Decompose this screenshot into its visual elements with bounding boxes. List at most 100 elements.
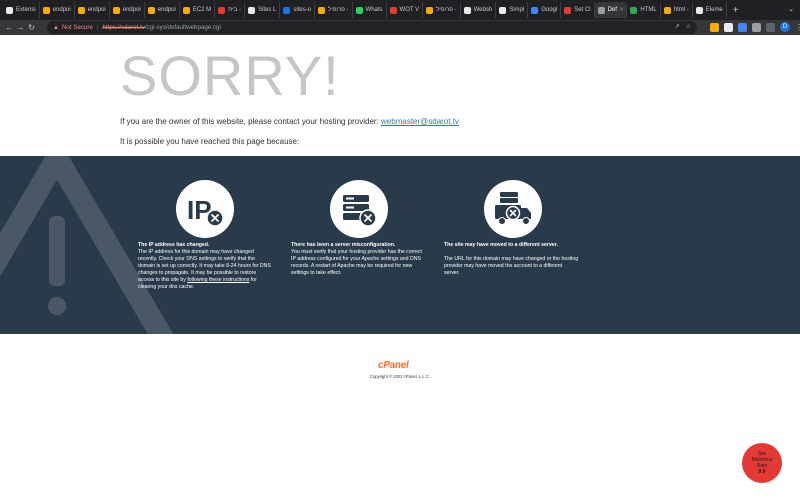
reason-text: The URL for this domain may have changed…	[444, 256, 579, 276]
menu-icon[interactable]: ⋮	[795, 23, 800, 32]
browser-tab[interactable]: endpoi	[110, 2, 145, 18]
tab-label: HTML	[640, 7, 657, 13]
url-path: /cgi-sys/defaultwebpage.cgi	[144, 24, 221, 31]
tab-favicon-icon	[182, 6, 190, 14]
browser-tab[interactable]: sites-o	[280, 2, 316, 18]
reload-icon[interactable]: ↻	[26, 23, 37, 32]
tab-label: בית -	[228, 7, 242, 13]
ip-address-icon: IP	[187, 195, 224, 227]
puzzle-icon[interactable]	[752, 22, 761, 32]
new-tab-button[interactable]: +	[727, 5, 745, 16]
address-bar[interactable]: ▲ Not Secure | https://sdarot.tv /cgi-sy…	[47, 21, 697, 34]
reason-intro: It is possible you have reached this pag…	[120, 137, 300, 146]
tab-favicon-icon	[463, 6, 471, 14]
tab-label: Googl	[541, 7, 558, 13]
reason-text: The IP address for this domain may have …	[138, 249, 271, 290]
server-error-icon	[343, 195, 377, 227]
tab-label: Set Cl	[574, 7, 591, 13]
tab-favicon-icon	[630, 6, 638, 14]
browser-tab[interactable]: html -	[661, 2, 693, 18]
browser-tab[interactable]: HTML	[627, 2, 661, 18]
owner-message: If you are the owner of this website, pl…	[120, 117, 459, 126]
copyright-text: Copyright © 2022 cPanel, L.L.C.	[369, 374, 431, 379]
tab-favicon-icon	[218, 6, 226, 14]
page-title: SORRY!	[120, 44, 340, 107]
extension-icon[interactable]	[724, 22, 733, 32]
extension-icon[interactable]	[710, 22, 719, 32]
tab-label: Whats	[365, 7, 383, 13]
share-icon[interactable]: ↗	[675, 23, 680, 30]
browser-tab[interactable]: WOT V	[387, 2, 424, 18]
browser-tab[interactable]: Set Cl	[561, 2, 595, 18]
warning-icon: ▲	[53, 24, 59, 31]
tab-favicon-icon	[147, 6, 155, 14]
badge-value: 9.9	[758, 469, 766, 475]
tab-label: EC2 M	[192, 7, 212, 13]
url-host: https://sdarot.tv	[102, 24, 145, 31]
browser-tab[interactable]: Sites L	[245, 2, 281, 18]
tab-label: html -	[673, 7, 689, 13]
tab-label: WOT V	[399, 7, 420, 13]
tab-strip: Extensi endpoi endpoi endpoi endpoi EC2 M בית …	[0, 0, 800, 20]
browser-tab[interactable]: Googl	[528, 2, 562, 18]
browser-tab[interactable]: פרופיל -	[315, 2, 353, 18]
profile-avatar[interactable]: D	[780, 22, 790, 32]
page-content: SORRY! If you are the owner of this webs…	[0, 35, 800, 500]
tab-label: sites-o	[293, 7, 312, 13]
tab-label: Eleme	[705, 7, 723, 13]
tab-favicon-icon	[112, 6, 120, 14]
browser-tab[interactable]: Def ×	[594, 2, 628, 18]
browser-tab[interactable]: endpoi	[75, 2, 110, 18]
tab-label: endpoi	[157, 7, 176, 13]
tab-favicon-icon	[499, 6, 507, 14]
cpanel-logo: cPanel	[378, 360, 409, 371]
browser-tab[interactable]: Simpl	[496, 2, 529, 18]
tab-favicon-icon	[663, 6, 671, 14]
back-icon[interactable]: ←	[4, 23, 15, 32]
tab-favicon-icon	[283, 6, 291, 14]
tab-label: endpoi	[87, 7, 106, 13]
tab-search-icon[interactable]: ⌄	[788, 5, 794, 13]
forward-icon[interactable]: →	[15, 23, 26, 32]
tab-favicon-icon	[355, 6, 363, 14]
tab-label: endpoi	[52, 7, 71, 13]
tab-favicon-icon	[531, 6, 539, 14]
reason-title: The IP address has changed.	[138, 242, 210, 248]
bookmark-star-icon[interactable]: ☆	[686, 23, 691, 30]
tab-label: endpoi	[122, 7, 141, 13]
browser-tab[interactable]: endpoi	[40, 2, 75, 18]
tab-label: Websh	[473, 7, 493, 13]
not-secure-label: Not Secure	[61, 24, 93, 31]
browser-tab[interactable]: פרופיל -	[423, 2, 461, 18]
webmaster-email-link[interactable]: webmaster@sdarot.tv	[381, 117, 459, 126]
tab-label: Def	[607, 7, 617, 13]
dns-instructions-link[interactable]: following these instructions	[187, 277, 249, 283]
reason-title: The site may have moved to a different s…	[444, 242, 558, 248]
tab-favicon-icon	[597, 6, 605, 14]
browser-tab[interactable]: Eleme	[693, 2, 727, 18]
tab-label: פרופיל -	[328, 7, 349, 13]
browser-toolbar: ← → ↻ ▲ Not Secure | https://sdarot.tv /…	[0, 20, 800, 35]
reasons-band: IP The IP address has changed. The IP ad…	[0, 156, 800, 334]
tab-favicon-icon	[695, 6, 703, 14]
tab-favicon-icon	[77, 6, 85, 14]
tab-favicon-icon	[248, 6, 256, 14]
reason-title: There has been a server misconfiguration…	[291, 242, 396, 248]
browser-tab[interactable]: endpoi	[145, 2, 180, 18]
tab-label: Extensi	[16, 7, 36, 13]
close-tab-icon[interactable]: ×	[620, 7, 624, 13]
owner-text: If you are the owner of this website, pl…	[120, 117, 382, 126]
tab-favicon-icon	[389, 6, 397, 14]
tab-favicon-icon	[318, 6, 326, 14]
malicious-rate-badge[interactable]: Site Malicious Rate 9.9	[742, 443, 782, 483]
tab-label: Simpl	[509, 7, 525, 13]
tab-label: Sites L	[258, 7, 277, 13]
extension-icon[interactable]	[738, 22, 747, 32]
browser-tab[interactable]: בית -	[215, 2, 246, 18]
address-separator: |	[96, 24, 99, 31]
browser-tab[interactable]: Whats	[353, 2, 387, 18]
browser-tab[interactable]: EC2 M	[180, 2, 216, 18]
sidebar-icon[interactable]	[766, 22, 775, 32]
browser-tab[interactable]: Extensi	[3, 2, 40, 18]
browser-tab[interactable]: Websh	[461, 2, 497, 18]
